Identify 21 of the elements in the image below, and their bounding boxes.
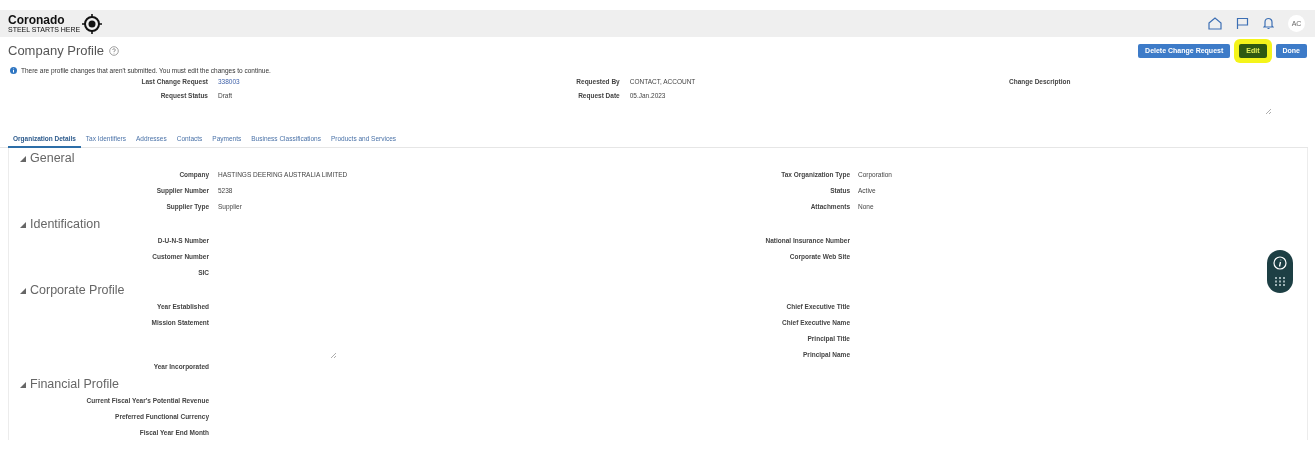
help-widget[interactable] <box>1267 250 1293 293</box>
section-title: Corporate Profile <box>30 283 125 297</box>
section-title: Identification <box>30 217 101 231</box>
resize-handle-icon[interactable] <box>330 352 336 358</box>
section-title: General <box>30 151 75 165</box>
home-icon[interactable] <box>1208 17 1222 30</box>
bell-icon[interactable] <box>1263 17 1274 30</box>
grid-icon <box>1274 276 1286 287</box>
flag-icon[interactable] <box>1236 17 1249 30</box>
resize-handle-icon[interactable] <box>1265 108 1271 114</box>
info-icon <box>1273 256 1287 271</box>
target-logo-icon <box>82 13 103 34</box>
info-icon <box>10 67 17 74</box>
collapse-triangle-icon[interactable] <box>19 286 26 294</box>
help-icon[interactable] <box>109 45 120 56</box>
page-title: Company Profile <box>8 43 105 58</box>
collapse-triangle-icon[interactable] <box>19 380 26 388</box>
collapse-triangle-icon[interactable] <box>19 220 26 228</box>
logo-name: Coronado <box>8 13 66 26</box>
section-title: Financial Profile <box>30 377 119 391</box>
collapse-triangle-icon[interactable] <box>19 154 26 162</box>
